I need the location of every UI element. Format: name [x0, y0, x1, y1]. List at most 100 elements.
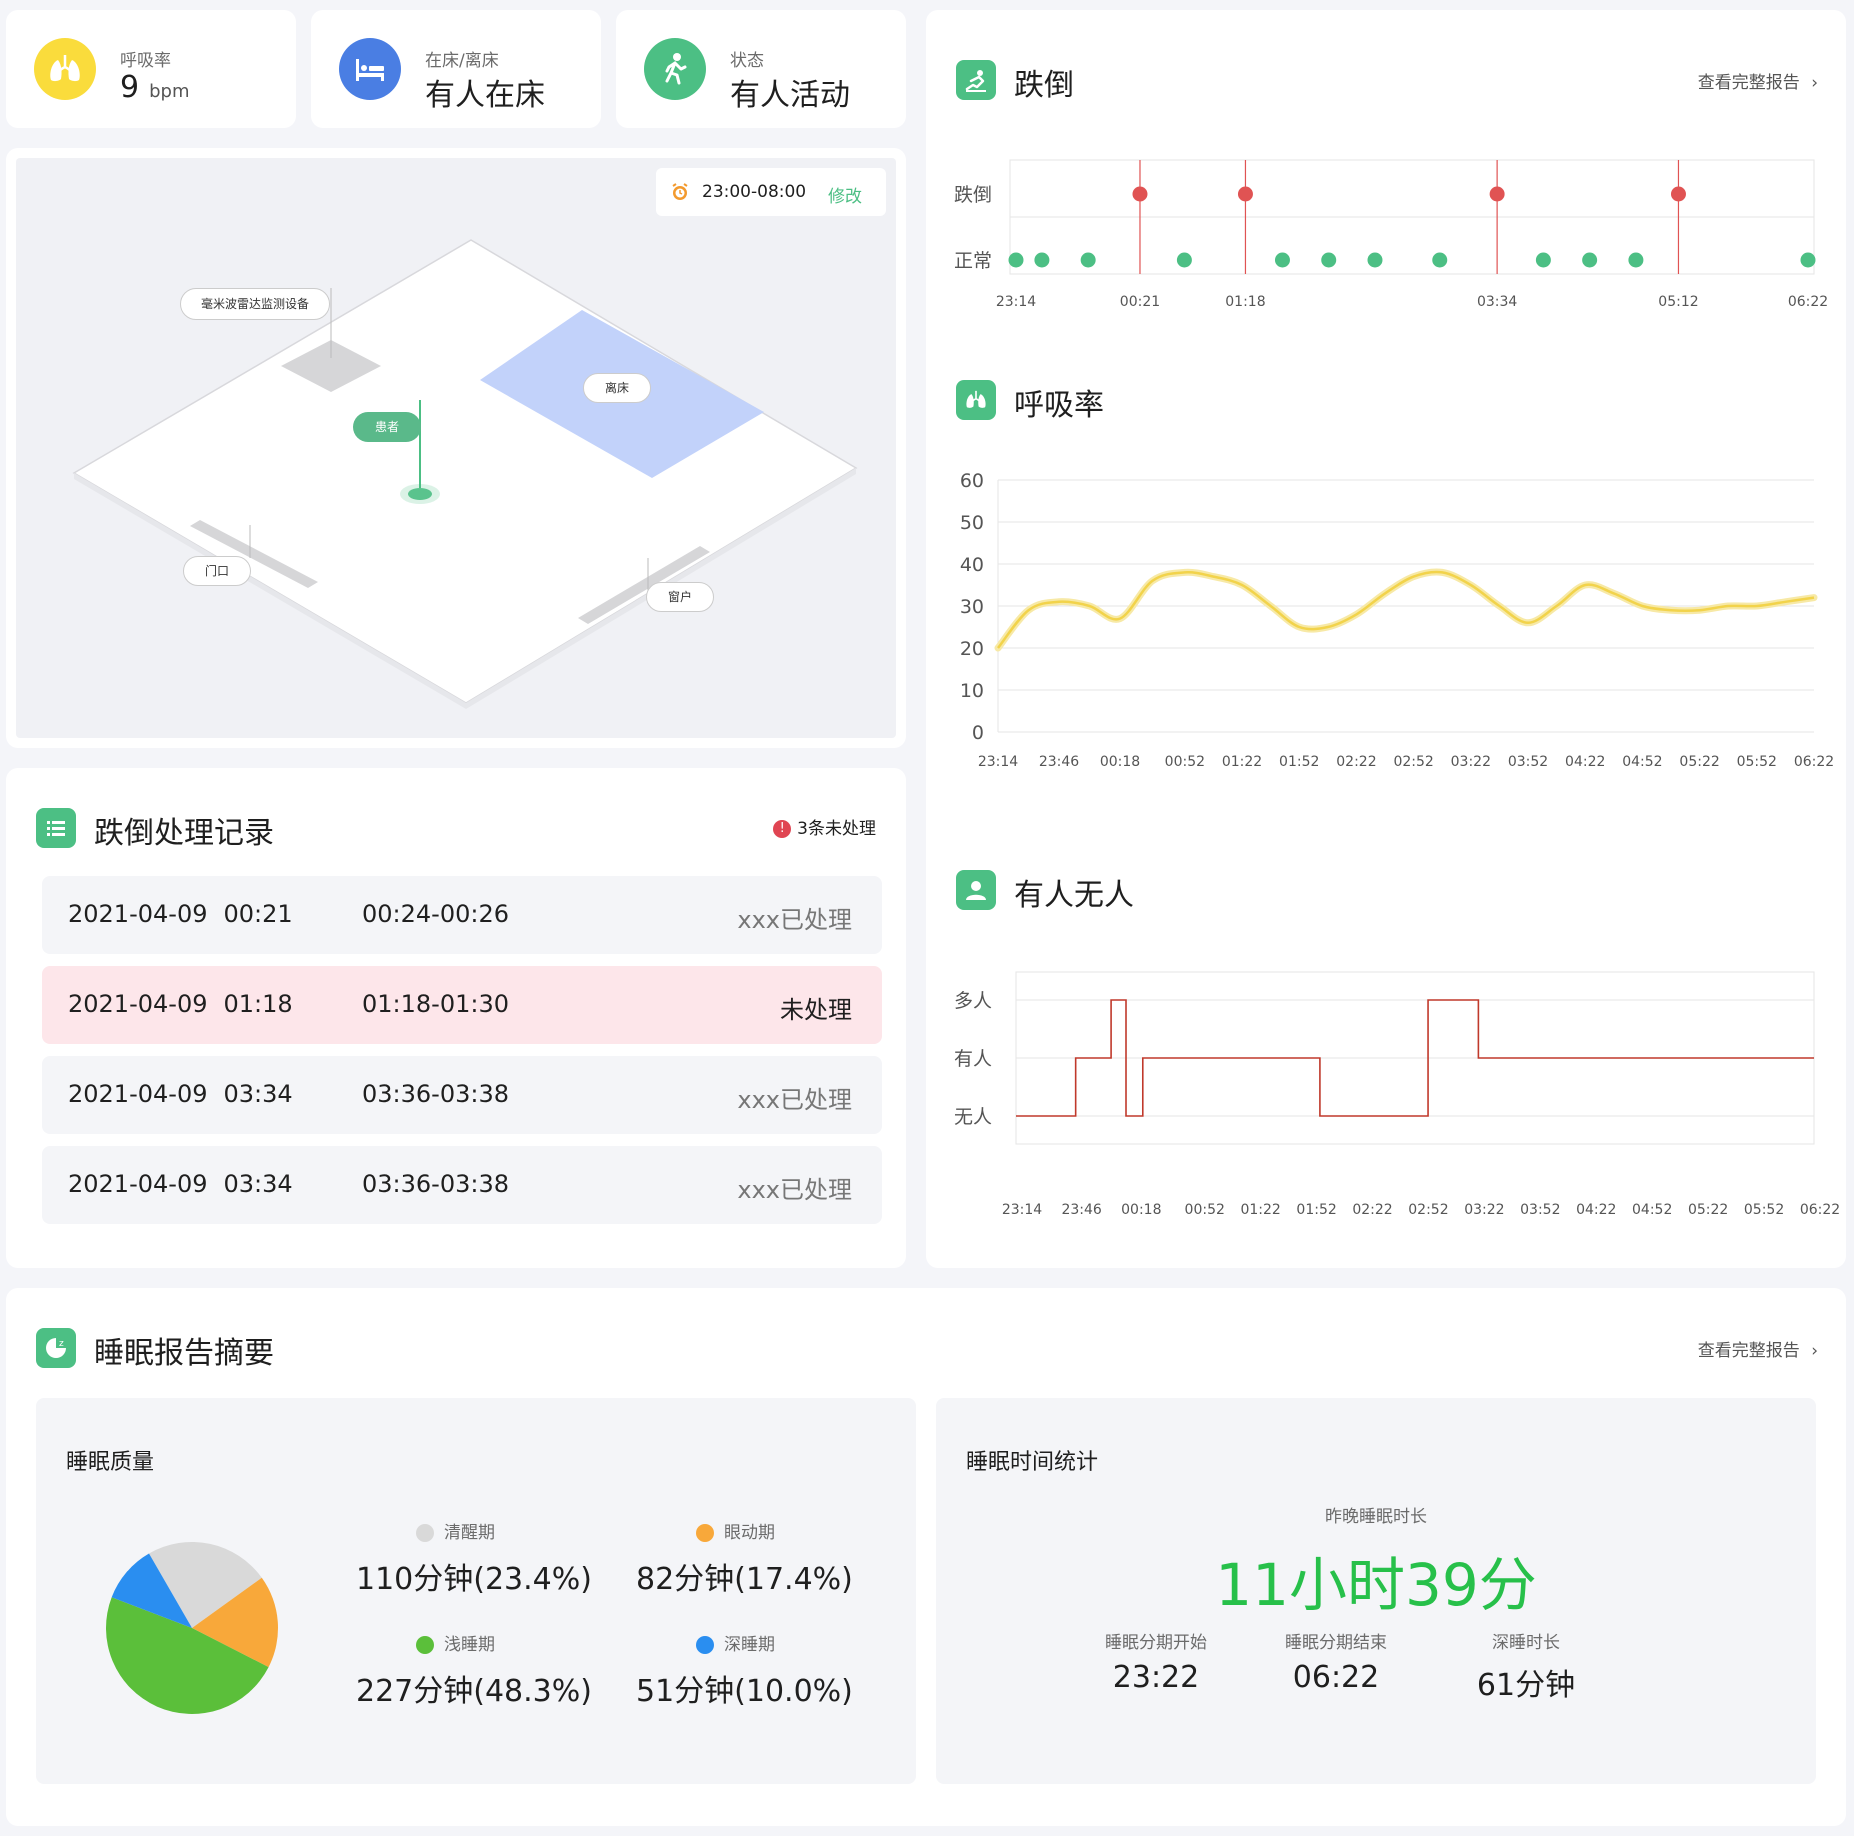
record-time: 00:21 — [223, 900, 293, 928]
fall-point[interactable] — [1489, 186, 1505, 202]
end-value: 06:22 — [1292, 1660, 1380, 1695]
room-map-card: 毫米波雷达监测设备 离床 患者 门口 窗户 23:00-08:00 修改 — [6, 148, 906, 748]
x-tick: 04:22 — [1565, 754, 1605, 770]
record-row[interactable]: 2021-04-09 03:34 03:36-03:38 xxx已处理 — [42, 1056, 882, 1134]
chevron-right-icon: › — [1811, 1341, 1818, 1361]
record-row[interactable]: 2021-04-09 00:21 00:24-00:26 xxx已处理 — [42, 876, 882, 954]
quality-title: 睡眠质量 — [66, 1450, 155, 1475]
lungs-icon — [34, 38, 96, 100]
y-label: 正常 — [954, 250, 992, 272]
bed-icon — [339, 38, 401, 100]
legend-dot — [696, 1636, 714, 1654]
deep-value: 61分钟 — [1476, 1668, 1576, 1703]
duration-value: 11小时39分 — [1215, 1551, 1537, 1619]
bed-label: 离床 — [583, 373, 651, 403]
normal-point[interactable] — [1628, 252, 1644, 268]
record-datetime: 2021-04-09 00:21 — [68, 900, 293, 928]
x-tick: 23:14 — [1002, 1202, 1042, 1218]
walking-person-icon — [644, 38, 706, 100]
normal-point[interactable] — [1034, 252, 1050, 268]
stat-card-breath: 呼吸率 9 bpm — [6, 10, 296, 128]
stat-label: 呼吸率 — [120, 51, 171, 71]
record-time: 01:18 — [223, 990, 293, 1018]
stat-card-status: 状态 有人活动 — [616, 10, 906, 128]
edit-schedule-link[interactable]: 修改 — [828, 182, 862, 207]
unhandled-badge[interactable]: ! 3条未处理 — [773, 814, 876, 839]
fall-title: 跌倒 — [1014, 68, 1074, 103]
record-row[interactable]: 2021-04-09 01:18 01:18-01:30 未处理 — [42, 966, 882, 1044]
x-tick: 03:22 — [1464, 1202, 1504, 1218]
y-tick: 50 — [960, 512, 984, 534]
x-tick: 05:52 — [1744, 1202, 1784, 1218]
record-date: 2021-04-09 — [68, 990, 208, 1018]
x-tick: 05:22 — [1679, 754, 1719, 770]
x-tick: 00:18 — [1100, 754, 1140, 770]
start-label: 睡眠分期开始 — [1105, 1633, 1207, 1653]
sleep-title: 睡眠报告摘要 — [94, 1336, 274, 1371]
warning-icon: ! — [773, 820, 792, 838]
legend-dot — [416, 1636, 434, 1654]
x-tick: 23:46 — [1061, 1202, 1101, 1218]
x-tick: 00:21 — [1120, 294, 1160, 310]
room-map: 毫米波雷达监测设备 离床 患者 门口 窗户 23:00-08:00 修改 — [16, 158, 896, 738]
chevron-right-icon: › — [1811, 73, 1818, 93]
record-status: 未处理 — [780, 996, 852, 1024]
legend-label: 浅睡期 — [416, 1630, 495, 1655]
presence-chart: 多人有人无人 23:14 23:46 00:18 00:52 01:22 01:52 02:2… — [954, 971, 1840, 1218]
record-status: xxx已处理 — [737, 906, 852, 934]
normal-point[interactable] — [1008, 252, 1024, 268]
legend-dot — [416, 1524, 434, 1542]
stat-value: 有人活动 — [730, 78, 850, 113]
x-tick: 03:52 — [1520, 1202, 1560, 1218]
alarm-clock-icon — [670, 182, 690, 206]
record-status: xxx已处理 — [737, 1176, 852, 1204]
x-tick: 23:14 — [978, 754, 1018, 770]
charts-card: 跌倒 查看完整报告 › 跌倒 正常 23:14 00:21 01:18 03:34 05:1… — [926, 10, 1846, 1268]
fall-point[interactable] — [1132, 186, 1148, 202]
legend-label: 眼动期 — [696, 1518, 775, 1543]
patient-label: 患者 — [353, 412, 421, 442]
legend-value: 82分钟(17.4%) — [636, 1562, 853, 1597]
normal-point[interactable] — [1274, 252, 1290, 268]
fall-report-link[interactable]: 查看完整报告 › — [1698, 68, 1818, 93]
legend-name: 清醒期 — [444, 1523, 495, 1543]
normal-point[interactable] — [1582, 252, 1598, 268]
presence-title: 有人无人 — [1014, 878, 1134, 913]
x-tick: 06:22 — [1794, 754, 1834, 770]
normal-point[interactable] — [1080, 252, 1096, 268]
fall-point[interactable] — [1670, 186, 1686, 202]
y-label: 无人 — [954, 1106, 992, 1128]
x-tick: 06:22 — [1800, 1202, 1840, 1218]
stat-card-bed: 在床/离床 有人在床 — [311, 10, 601, 128]
record-range: 01:18-01:30 — [362, 990, 509, 1018]
sleep-stats-panel: 睡眠时间统计 昨晚睡眠时长 11小时39分 睡眠分期开始 23:22 睡眠分期结… — [936, 1398, 1816, 1784]
x-tick: 01:22 — [1222, 754, 1262, 770]
y-label: 跌倒 — [954, 184, 992, 206]
stat-label: 状态 — [730, 51, 764, 71]
sleep-report-icon: z — [36, 1328, 76, 1368]
record-row[interactable]: 2021-04-09 03:34 03:36-03:38 xxx已处理 — [42, 1146, 882, 1224]
fall-chart: 跌倒正常 23:14 00:21 01:18 03:34 05:12 06:22 — [954, 159, 1828, 310]
normal-point[interactable] — [1367, 252, 1383, 268]
record-status: xxx已处理 — [737, 1086, 852, 1114]
x-tick: 02:22 — [1336, 754, 1376, 770]
breath-unit: bpm — [149, 81, 190, 102]
fall-point[interactable] — [1237, 186, 1253, 202]
record-range: 03:36-03:38 — [362, 1170, 509, 1198]
breath-chart: 60 50 40 30 20 10 0 23:14 23:46 00:18 00:52 01:22 01… — [960, 470, 1834, 770]
normal-point[interactable] — [1176, 252, 1192, 268]
normal-point[interactable] — [1535, 252, 1551, 268]
y-tick: 10 — [960, 680, 984, 702]
normal-point[interactable] — [1800, 252, 1816, 268]
legend-label: 清醒期 — [416, 1518, 495, 1543]
x-tick: 04:52 — [1622, 754, 1662, 770]
x-tick: 05:22 — [1688, 1202, 1728, 1218]
record-range: 03:36-03:38 — [362, 1080, 509, 1108]
x-tick: 01:18 — [1225, 294, 1265, 310]
x-tick: 01:52 — [1279, 754, 1319, 770]
list-icon — [36, 808, 76, 848]
legend-name: 眼动期 — [724, 1523, 775, 1543]
sleep-report-link[interactable]: 查看完整报告 › — [1698, 1336, 1818, 1361]
normal-point[interactable] — [1432, 252, 1448, 268]
normal-point[interactable] — [1321, 252, 1337, 268]
